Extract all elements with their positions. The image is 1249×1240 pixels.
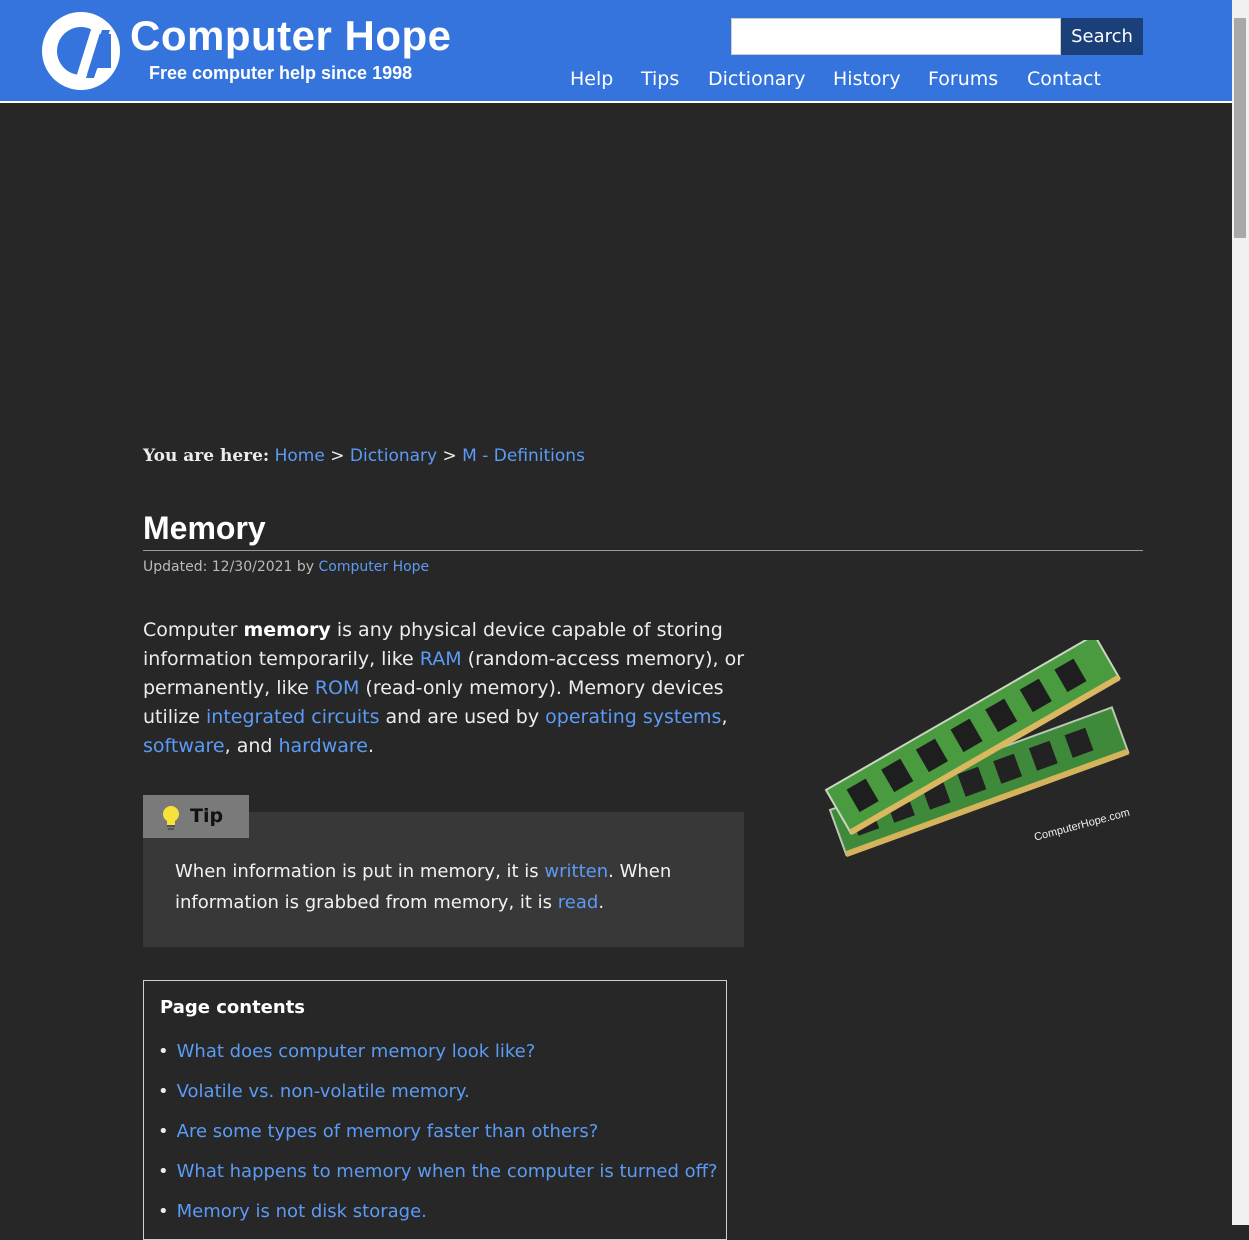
link-operating-systems[interactable]: operating systems — [545, 706, 721, 728]
toc-item: What does computer memory look like? — [158, 1041, 536, 1062]
toc-link-volatile-vs-non-volatile[interactable]: Volatile vs. non-volatile memory. — [177, 1081, 470, 1102]
toc-link-what-does-memory-look-like[interactable]: What does computer memory look like? — [177, 1041, 536, 1062]
link-written[interactable]: written — [544, 861, 608, 882]
link-integrated-circuits[interactable]: integrated circuits — [206, 706, 379, 728]
intro-bold-term: memory — [243, 619, 331, 641]
tip-text-part: . — [598, 892, 605, 913]
tip-text: When information is put in memory, it is… — [175, 856, 720, 918]
nav-history[interactable]: History — [833, 68, 901, 90]
toc-link-turned-off[interactable]: What happens to memory when the computer… — [177, 1161, 718, 1182]
lightbulb-icon — [163, 806, 179, 830]
breadcrumb-dictionary[interactable]: Dictionary — [350, 446, 437, 466]
computer-hope-logo-icon[interactable] — [42, 12, 120, 90]
toc-item: Are some types of memory faster than oth… — [158, 1121, 599, 1142]
ram-modules-image: ComputerHope.com — [824, 640, 1131, 857]
site-title[interactable]: Computer Hope — [130, 12, 452, 60]
search-button[interactable]: Search — [1061, 18, 1143, 55]
intro-text: , — [721, 706, 728, 728]
page-contents-title: Page contents — [160, 997, 306, 1018]
link-hardware[interactable]: hardware — [278, 735, 368, 757]
nav-help[interactable]: Help — [570, 68, 613, 90]
intro-text: , and — [224, 735, 279, 757]
breadcrumb: You are here: Home > Dictionary > M - De… — [143, 446, 585, 466]
site-header: Computer Hope Free computer help since 1… — [0, 0, 1232, 103]
site-tagline: Free computer help since 1998 — [149, 63, 413, 83]
intro-paragraph: Computer memory is any physical device c… — [143, 616, 748, 761]
toc-item: Volatile vs. non-volatile memory. — [158, 1081, 470, 1102]
nav-contact[interactable]: Contact — [1027, 68, 1101, 90]
nav-forums[interactable]: Forums — [928, 68, 998, 90]
breadcrumb-prefix: You are here: — [143, 446, 270, 466]
link-ram[interactable]: RAM — [420, 648, 462, 670]
image-watermark: ComputerHope.com — [1033, 807, 1131, 844]
search-input[interactable] — [731, 18, 1061, 55]
author-link[interactable]: Computer Hope — [319, 559, 430, 575]
link-software[interactable]: software — [143, 735, 225, 757]
scrollbar-thumb[interactable] — [1234, 18, 1246, 238]
breadcrumb-home[interactable]: Home — [275, 446, 325, 466]
intro-text: Computer — [143, 619, 244, 641]
link-read[interactable]: read — [558, 892, 599, 913]
toc-item: Memory is not disk storage. — [158, 1201, 427, 1222]
nav-dictionary[interactable]: Dictionary — [708, 68, 805, 90]
intro-text: . — [367, 735, 375, 757]
toc-link-types-faster[interactable]: Are some types of memory faster than oth… — [177, 1121, 599, 1142]
breadcrumb-separator: > — [442, 446, 457, 466]
tip-text-part: When information is put in memory, it is — [175, 861, 545, 882]
page-title: Memory — [143, 510, 1143, 551]
tip-label: Tip — [190, 805, 224, 827]
toc-link-not-disk-storage[interactable]: Memory is not disk storage. — [177, 1201, 427, 1222]
updated-label: Updated: 12/30/2021 by — [143, 559, 315, 575]
link-rom[interactable]: ROM — [315, 677, 360, 699]
breadcrumb-separator: > — [330, 446, 345, 466]
nav-tips[interactable]: Tips — [641, 68, 679, 90]
breadcrumb-m-definitions[interactable]: M - Definitions — [462, 446, 585, 466]
toc-item: What happens to memory when the computer… — [158, 1161, 718, 1182]
intro-text: and are used by — [379, 706, 546, 728]
updated-line: Updated: 12/30/2021 by Computer Hope — [143, 559, 429, 575]
